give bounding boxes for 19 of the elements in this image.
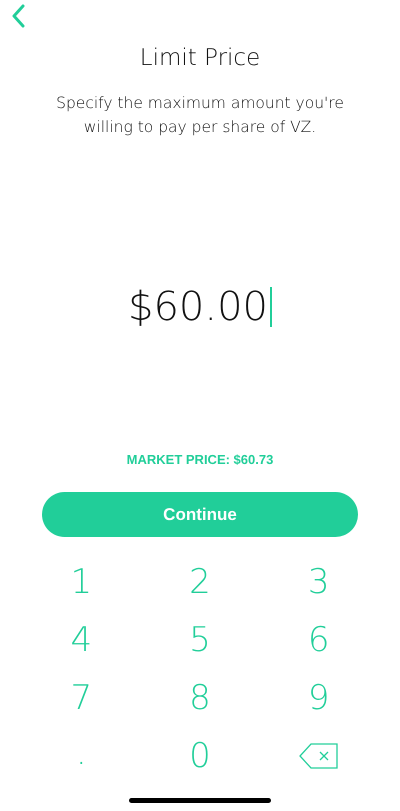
keypad-key[interactable]: 4 [56,617,106,663]
keypad-key[interactable]: . [56,733,106,779]
keypad-key[interactable]: 3 [294,559,344,605]
keypad-key[interactable]: 6 [294,617,344,663]
back-icon[interactable] [11,4,25,28]
keypad-key[interactable]: 1 [56,559,106,605]
keypad-key[interactable]: 7 [56,675,106,721]
description-text: Specify the maximum amount you're willing to pay per share of VZ. [55,93,345,138]
market-price-text: MARKET PRICE: $60.73 [126,452,274,468]
keypad-key[interactable]: 0 [174,733,225,779]
text-cursor [270,287,272,327]
keypad-key[interactable]: 5 [174,617,225,663]
backspace-icon[interactable] [298,743,339,769]
continue-button[interactable]: Continue [42,492,358,537]
keypad-key[interactable]: 8 [174,675,225,721]
keypad-key[interactable]: 9 [294,675,344,721]
amount-field[interactable]: $60.00 [128,283,272,331]
screen-title: Limit Price [138,44,262,73]
keypad-key[interactable]: 2 [174,559,225,605]
